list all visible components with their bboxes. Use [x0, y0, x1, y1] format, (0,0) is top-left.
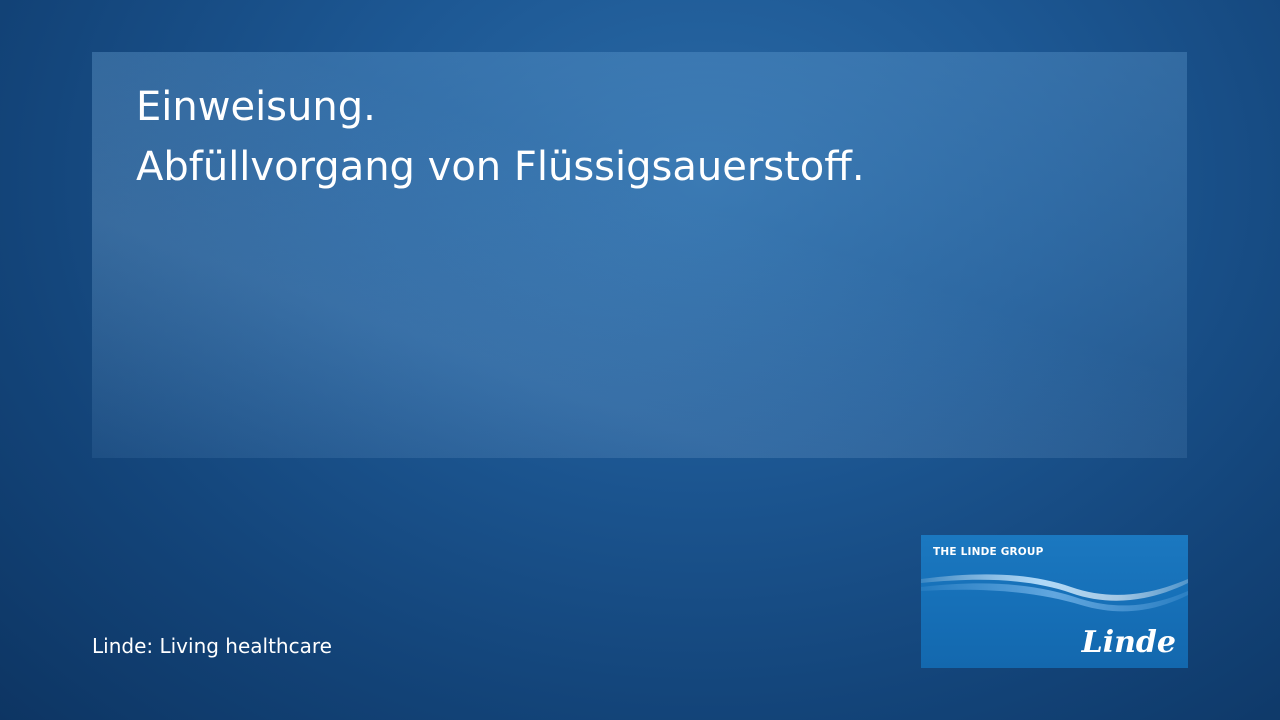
logo-wave-graphic [921, 574, 1188, 612]
tagline: Linde: Living healthcare [92, 634, 332, 658]
logo-group-text: THE LINDE GROUP [933, 546, 1044, 558]
title-heading: Einweisung. [136, 84, 376, 130]
logo-wordmark: Linde [1081, 625, 1176, 660]
title-panel: Einweisung. Abfüllvorgang von Flüssigsau… [92, 52, 1187, 458]
linde-logo: THE LINDE GROUP Linde [921, 535, 1188, 668]
title-subheading: Abfüllvorgang von Flüssigsauerstoff. [136, 144, 865, 190]
